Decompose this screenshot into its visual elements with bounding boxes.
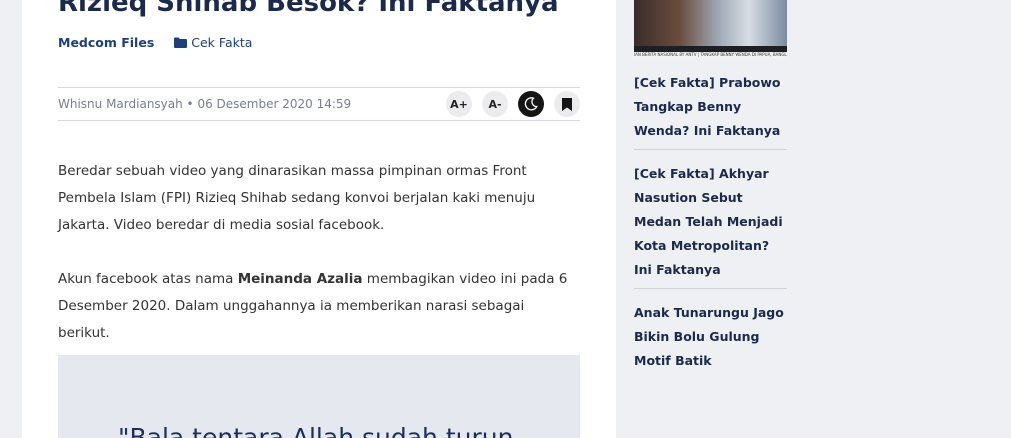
divider <box>634 149 787 150</box>
byline-bar: Whisnu Mardiansyah • 06 Desember 2020 14… <box>58 87 580 121</box>
increase-font-button[interactable]: A+ <box>446 91 472 117</box>
related-item-1[interactable]: [Cek Fakta] Prabowo Tangkap Benny Wenda?… <box>634 71 788 143</box>
account-name: Meinanda Azalia <box>237 271 363 287</box>
article-body: Beredar sebuah video yang dinarasikan ma… <box>58 158 580 374</box>
article-title: Rizieq Shihab Besok? Ini Faktanya <box>58 0 559 18</box>
source-link[interactable]: Medcom Files <box>58 35 154 50</box>
bookmark-icon <box>562 97 572 111</box>
bookmark-button[interactable] <box>554 91 580 117</box>
divider <box>634 288 787 289</box>
reading-tools: A+ A- <box>436 91 580 117</box>
category-link[interactable]: Cek Fakta <box>174 35 252 50</box>
decrease-font-button[interactable]: A- <box>482 91 508 117</box>
paragraph-2: Akun facebook atas nama Meinanda Azalia … <box>58 271 568 341</box>
category-label: Cek Fakta <box>191 35 253 50</box>
folder-icon <box>174 37 188 48</box>
author-date: Whisnu Mardiansyah • 06 Desember 2020 14… <box>58 97 352 111</box>
thumbnail-caption: IAN BERITA NASIONAL BY ANTV | TANGKAP BE… <box>634 52 787 58</box>
paragraph-1: Beredar sebuah video yang dinarasikan ma… <box>58 163 536 233</box>
related-thumbnail[interactable]: IAN BERITA NASIONAL BY ANTV | TANGKAP BE… <box>634 0 787 58</box>
related-item-2[interactable]: [Cek Fakta] Akhyar Nasution Sebut Medan … <box>634 162 788 282</box>
dark-mode-button[interactable] <box>518 91 544 117</box>
article-column: Rizieq Shihab Besok? Ini Faktanya Medcom… <box>22 0 616 438</box>
related-item-3[interactable]: Anak Tunarungu Jago Bikin Bolu Gulung Mo… <box>634 301 788 373</box>
quote-text: "Bala tentara Allah sudah turun <box>118 423 514 438</box>
quote-block: "Bala tentara Allah sudah turun <box>58 355 580 438</box>
moon-icon <box>524 97 538 111</box>
article-meta: Medcom Files Cek Fakta <box>58 35 252 50</box>
